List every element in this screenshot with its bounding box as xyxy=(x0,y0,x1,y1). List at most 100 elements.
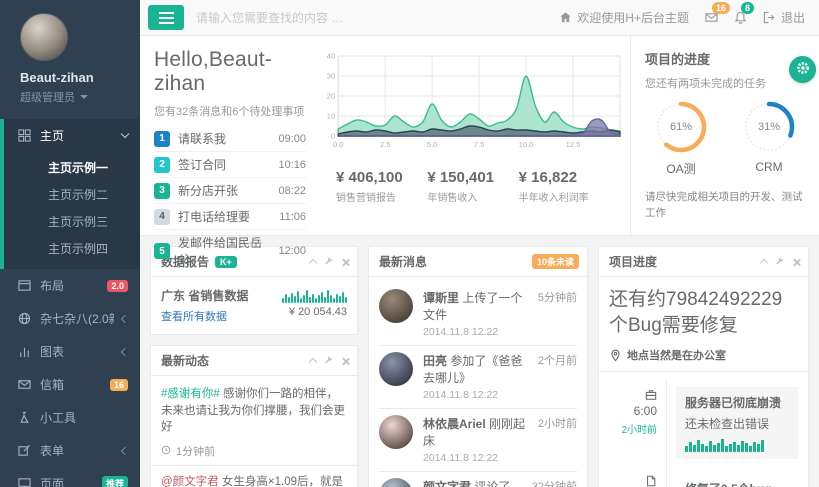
panel-header: 最新动态 xyxy=(151,346,357,376)
logout-label: 退出 xyxy=(781,9,805,26)
sidebar-item-misc[interactable]: 杂七杂八(2.0新增) xyxy=(0,302,140,335)
panels-column-1: 数据报告 K+ 广东 省销售数据 查看所有数据 xyxy=(150,246,358,487)
report-region: 广东 省销售数据 xyxy=(161,287,248,304)
sidebar-item-forms[interactable]: 表单 xyxy=(0,434,140,467)
wrench-icon[interactable] xyxy=(324,356,333,365)
avatar[interactable] xyxy=(20,13,68,61)
message-ago: 5分钟前 xyxy=(538,289,577,338)
stat-label: 半年收入利润率 xyxy=(519,189,610,204)
close-icon[interactable] xyxy=(341,258,349,266)
sidebar-badge: 16 xyxy=(110,379,128,391)
stat-sales-report: ¥ 406,100 销售营销报告 xyxy=(336,169,427,204)
sidebar-item-pages[interactable]: 页面推荐 xyxy=(0,467,140,487)
todo-label: 签订合同 xyxy=(178,156,226,173)
logout-button[interactable]: 退出 xyxy=(763,9,805,26)
mail-icon xyxy=(18,378,32,391)
sidebar-item-home[interactable]: 主页 xyxy=(4,119,140,152)
sidebar-subitem[interactable]: 主页示例三 xyxy=(4,208,140,235)
mail-notifications[interactable]: 16 xyxy=(705,11,718,24)
collapse-icon[interactable] xyxy=(309,259,317,267)
todo-number-badge: 1 xyxy=(154,131,170,147)
todo-number-badge: 5 xyxy=(154,243,170,259)
theme-settings-button[interactable] xyxy=(789,56,816,83)
todo-item[interactable]: 3新分店开张08:22 xyxy=(154,178,306,204)
todo-number-badge: 3 xyxy=(154,183,170,199)
message-sender[interactable]: 田亮 xyxy=(423,354,447,368)
chevron-left-icon xyxy=(121,314,129,322)
file-icon xyxy=(609,475,657,487)
message-item[interactable]: 林依晨Ariel 刚刚起床2014.11.8 12:222小时前 xyxy=(379,409,577,472)
sidebar-item-layout[interactable]: 布局2.0 xyxy=(0,269,140,302)
svg-text:40: 40 xyxy=(327,52,335,61)
unread-badge: 10条未读 xyxy=(532,254,579,269)
todo-list: 1请联系我09:002签订合同10:163新分店开张08:224打电话给理要11… xyxy=(154,126,306,272)
avatar xyxy=(379,289,413,323)
sidebar-item-widgets[interactable]: 小工具 xyxy=(0,401,140,434)
sidebar-item-mailbox[interactable]: 信箱16 xyxy=(0,368,140,401)
message-sender[interactable]: 颜文字君 xyxy=(423,480,471,487)
sidebar-item-label: 图表 xyxy=(40,343,64,360)
location-row: 地点当然是在办公室 xyxy=(609,347,798,363)
todo-item[interactable]: 1请联系我09:00 xyxy=(154,126,306,152)
message-sender[interactable]: 林依晨Ariel xyxy=(423,417,486,431)
sidebar-toggle-button[interactable] xyxy=(148,5,184,30)
area-chart: 0102030400.02.55.07.510.012.5 xyxy=(320,50,626,159)
message-sender[interactable]: 谭斯里 xyxy=(423,291,459,305)
panel-body: 广东 省销售数据 查看所有数据 ¥ 20 054.43 xyxy=(151,277,357,334)
page-content: Hello,Beaut-zihan 您有32条消息和6个待处理事项 1请联系我0… xyxy=(140,36,819,487)
sidebar-badge: 2.0 xyxy=(107,280,128,292)
stat-amount: ¥ 150,401 xyxy=(427,169,518,186)
donut-charts: 61%OA测31%CRM xyxy=(645,100,805,177)
sidebar-subitem[interactable]: 主页示例一 xyxy=(4,154,140,181)
sidebar-menu: 主页主页示例一主页示例二主页示例三主页示例四布局2.0杂七杂八(2.0新增) 图表… xyxy=(0,119,140,487)
sidebar-subitem[interactable]: 主页示例四 xyxy=(4,235,140,262)
close-icon[interactable] xyxy=(341,357,349,365)
timeline-item: 7:003小时前修复了0.5个bug重启服务 xyxy=(609,466,798,487)
message-item[interactable]: 田亮 参加了《爸爸去哪儿》2014.11.8 12:222个月前 xyxy=(379,346,577,409)
welcome-text: 欢迎使用H+后台主题 xyxy=(577,9,689,26)
feed-post-tag[interactable]: #感谢有你# xyxy=(161,388,220,400)
sidebar-item-label: 页面 xyxy=(40,475,64,487)
todo-number-badge: 4 xyxy=(154,209,170,225)
chevron-down-icon xyxy=(121,130,129,138)
message-item[interactable]: 谭斯里 上传了一个文件2014.11.8 12:225分钟前 xyxy=(379,287,577,346)
todo-item[interactable]: 2签订合同10:16 xyxy=(154,152,306,178)
mail-badge: 16 xyxy=(712,2,730,14)
todo-item[interactable]: 5发邮件给国民岳父12:00 xyxy=(154,230,306,272)
feed-post-tag[interactable]: @颜文字君 xyxy=(161,476,219,487)
sidebar-item-charts[interactable]: 图表 xyxy=(0,335,140,368)
close-icon[interactable] xyxy=(792,258,800,266)
bug-headline: 还有约79842492229个Bug需要修复 xyxy=(609,287,798,338)
collapse-icon[interactable] xyxy=(309,358,317,366)
feed-post: #感谢有你# 感谢你们一路的相伴，未来也请让我为你们撑腰，我们会更好 xyxy=(161,386,347,436)
sidebar-subitem[interactable]: 主页示例二 xyxy=(4,181,140,208)
panel-title: 项目进度 xyxy=(609,253,657,270)
wrench-icon[interactable] xyxy=(775,257,784,266)
user-profile: Beaut-zihan 超级管理员 xyxy=(0,0,140,115)
panel-tools xyxy=(761,257,800,266)
message-ago: 2小时前 xyxy=(538,415,577,464)
profile-name: Beaut-zihan xyxy=(20,70,130,85)
map-pin-icon xyxy=(609,349,622,362)
timeline: 6:002小时前服务器已彻底崩溃还未检查出错误7:003小时前修复了0.5个bu… xyxy=(609,380,798,487)
todo-time: 11:06 xyxy=(279,211,306,223)
message-date: 2014.11.8 12:22 xyxy=(423,389,528,401)
message-item[interactable]: 颜文字君 评论了2014.11.8 12:22【九部令人拍案叫绝的惊悚悬疑剧情佳… xyxy=(379,472,577,487)
todo-time: 12:00 xyxy=(278,245,306,257)
progress-footer: 请尽快完成相关项目的开发、测试工作 xyxy=(645,190,805,222)
donut-label: OA测 xyxy=(651,160,711,177)
collapse-icon[interactable] xyxy=(760,259,768,267)
timeline-title: 修复了0.5个bug xyxy=(685,480,789,487)
welcome-link[interactable]: 欢迎使用H+后台主题 xyxy=(559,9,689,26)
message-action: 评论了 xyxy=(474,480,510,487)
view-all-data-link[interactable]: 查看所有数据 xyxy=(161,308,248,324)
todo-item[interactable]: 4打电话给理要11:06 xyxy=(154,204,306,230)
alert-notifications[interactable]: 8 xyxy=(734,11,747,24)
profile-role-dropdown[interactable]: 超级管理员 xyxy=(20,89,130,105)
location-text: 地点当然是在办公室 xyxy=(627,347,726,363)
search-input[interactable] xyxy=(196,11,547,25)
wrench-icon[interactable] xyxy=(324,257,333,266)
donut-OA测: 61%OA测 xyxy=(651,100,711,177)
stat-half-year-margin: ¥ 16,822 半年收入利润率 xyxy=(519,169,610,204)
flask-icon xyxy=(18,411,32,424)
